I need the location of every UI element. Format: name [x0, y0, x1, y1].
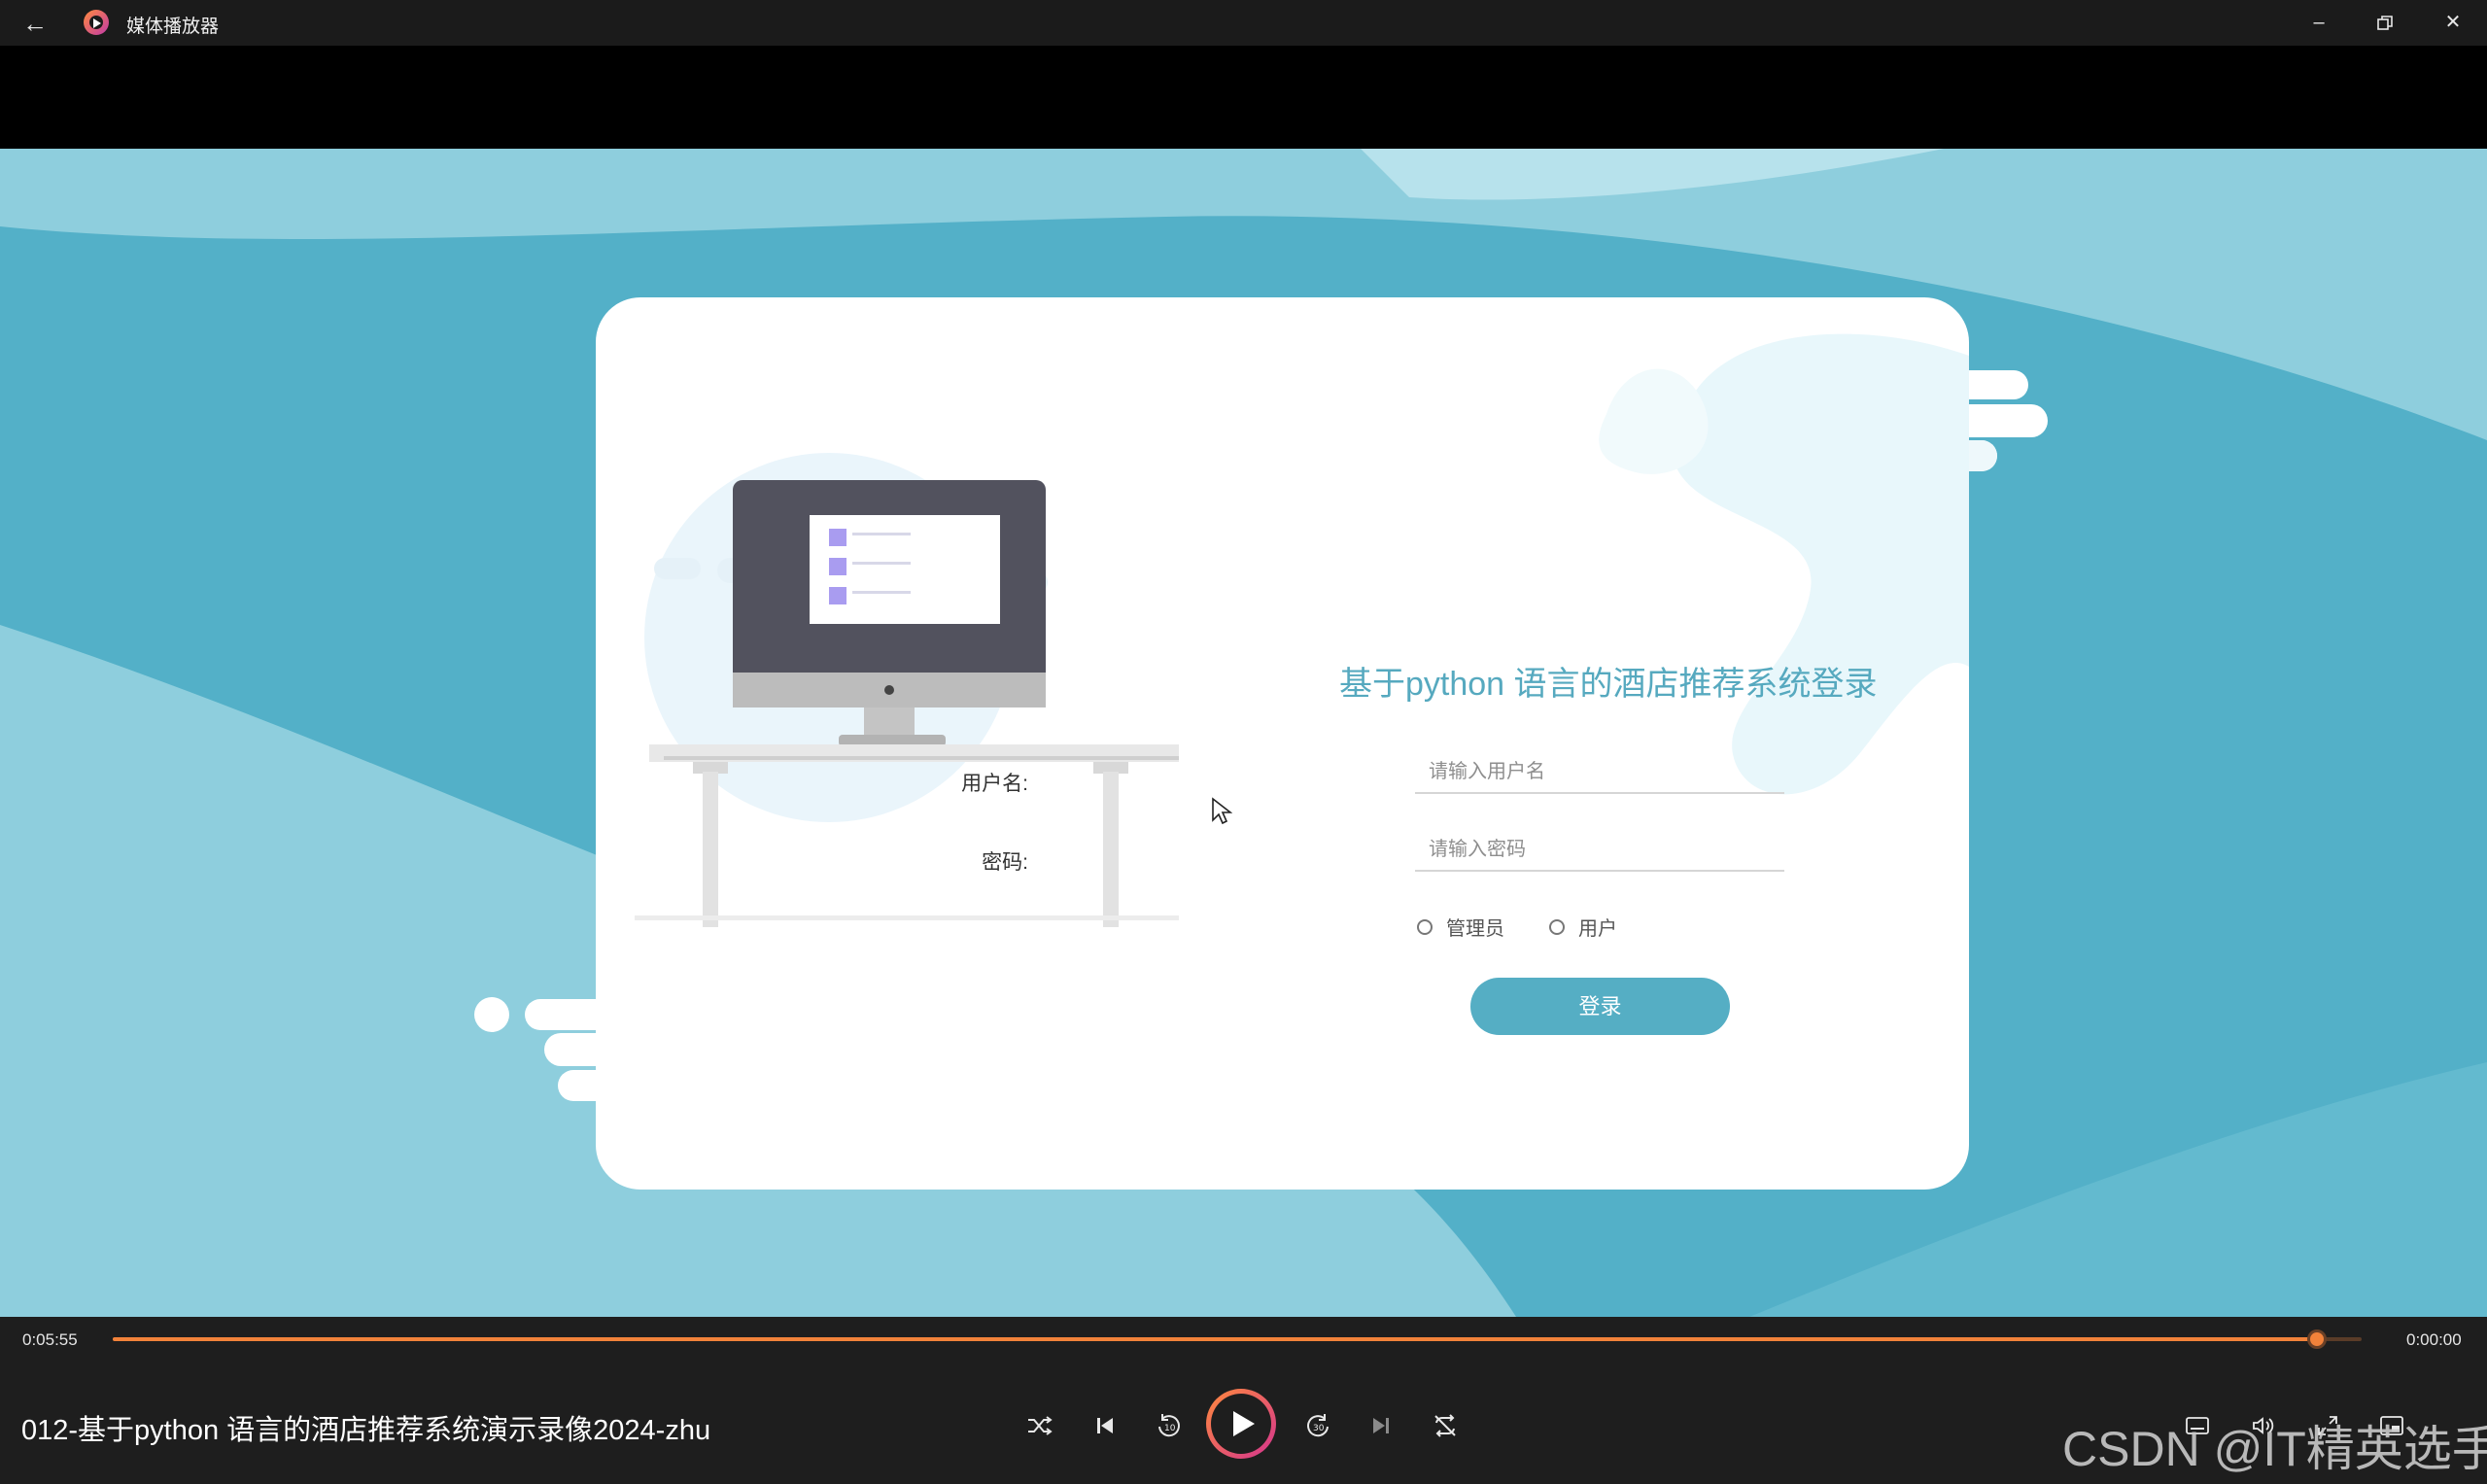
role-admin-label: 管理员 — [1446, 918, 1504, 940]
radio-circle-icon — [1417, 918, 1433, 935]
repeat-off-icon[interactable] — [1421, 1399, 1469, 1448]
mouse-cursor-icon — [1212, 797, 1232, 825]
page-title: 基于python 语言的酒店推荐系统登录 — [1339, 666, 1878, 703]
forward-30-icon[interactable]: 30 — [1294, 1399, 1342, 1448]
back-arrow-icon[interactable]: ← — [14, 6, 56, 41]
computer-illustration — [635, 453, 1179, 927]
minimize-icon[interactable]: – — [2286, 0, 2352, 46]
app-title: 媒体播放器 — [126, 17, 220, 37]
radio-circle-icon — [1549, 918, 1565, 935]
play-button[interactable] — [1206, 1389, 1276, 1459]
restore-icon[interactable] — [2352, 0, 2418, 46]
password-label: 密码: — [982, 851, 1028, 874]
media-player-icon — [84, 10, 109, 35]
login-button[interactable]: 登录 — [1470, 978, 1730, 1035]
previous-icon[interactable] — [1081, 1399, 1129, 1448]
decorative-blob — [1599, 333, 1969, 795]
rewind-10-icon[interactable]: 10 — [1145, 1399, 1193, 1448]
elapsed-time: 0:05:55 — [22, 1330, 78, 1349]
video-frame[interactable]: 基于python 语言的酒店推荐系统登录 用户名: 密码: 管理员 用户 登录 — [0, 149, 2487, 1317]
next-icon[interactable] — [1357, 1399, 1405, 1448]
seek-thumb[interactable] — [2306, 1329, 2327, 1349]
svg-text:30: 30 — [1313, 1424, 1325, 1433]
username-label: 用户名: — [961, 773, 1028, 795]
seek-bar[interactable] — [113, 1337, 2362, 1341]
watermark-text: CSDN @IT精英选手 — [2062, 1422, 2487, 1476]
svg-text:10: 10 — [1164, 1424, 1176, 1433]
shuffle-icon[interactable] — [1016, 1399, 1064, 1448]
role-user-radio[interactable]: 用户 — [1549, 913, 1617, 941]
remaining-time: 0:00:00 — [2406, 1330, 2462, 1349]
media-title: 012-基于python 语言的酒店推荐系统演示录像2024-zhu — [21, 1415, 711, 1446]
role-admin-radio[interactable]: 管理员 — [1417, 913, 1504, 941]
close-icon[interactable]: ✕ — [2420, 0, 2486, 46]
username-input[interactable] — [1415, 751, 1784, 794]
password-input[interactable] — [1415, 829, 1784, 872]
seek-bar-progress — [113, 1337, 2317, 1341]
role-user-label: 用户 — [1578, 918, 1617, 940]
title-bar: ← 媒体播放器 – ✕ — [0, 0, 2487, 46]
login-card: 基于python 语言的酒店推荐系统登录 用户名: 密码: 管理员 用户 登录 — [596, 297, 1969, 1190]
